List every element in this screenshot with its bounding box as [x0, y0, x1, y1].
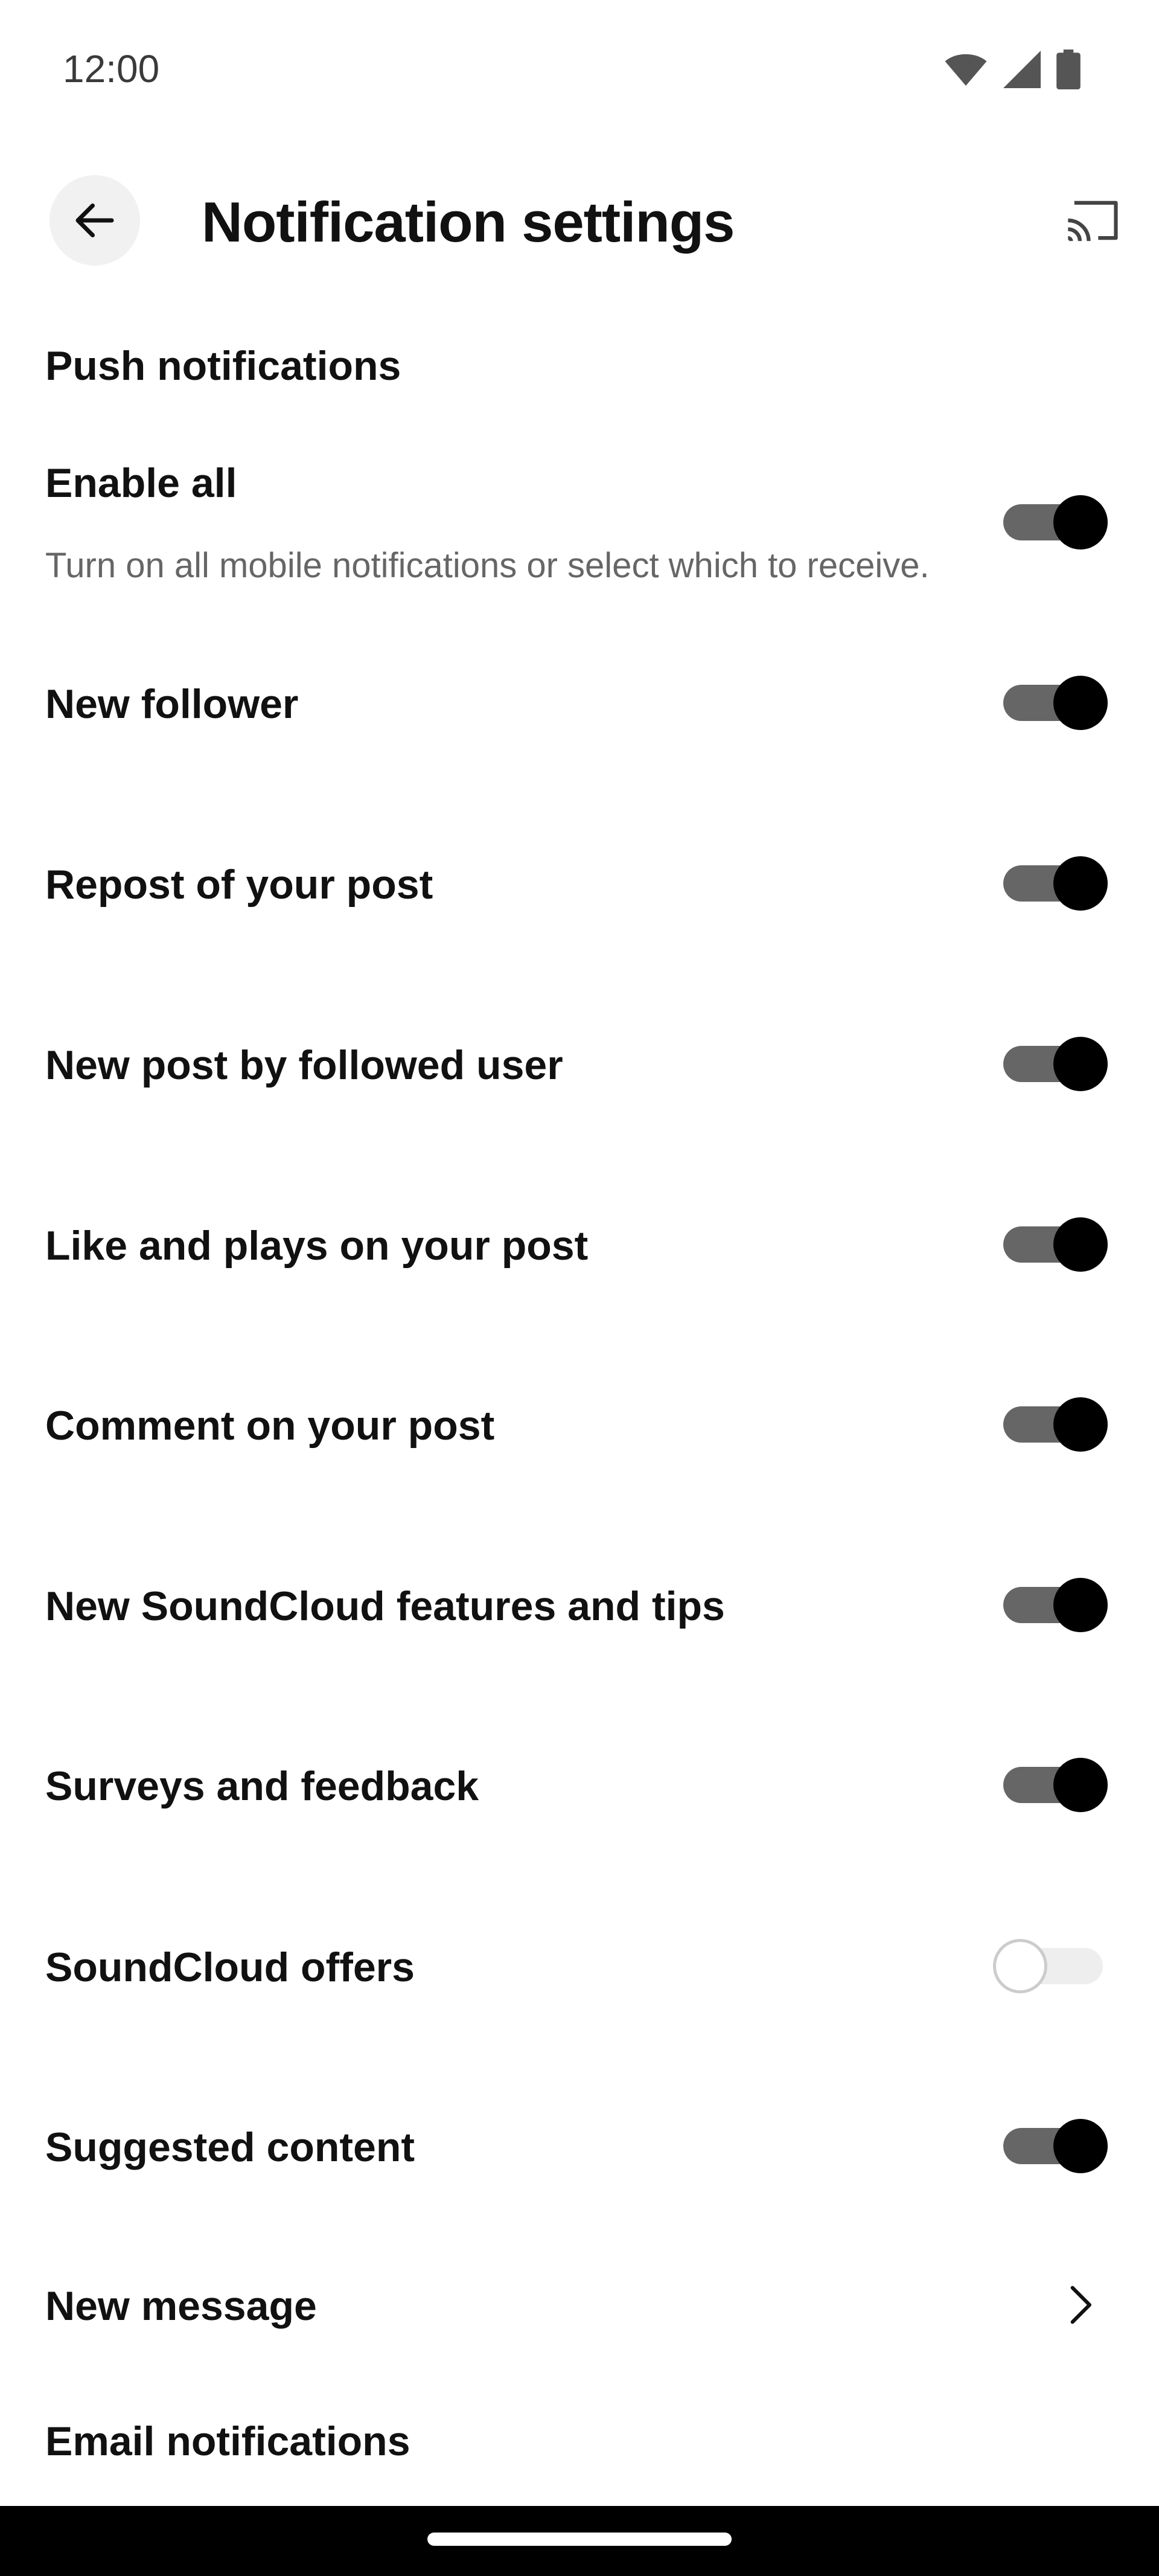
row-label: Suggested content [45, 2124, 415, 2170]
chevron-right-icon [1050, 2275, 1111, 2335]
row-label: Repost of your post [45, 862, 433, 908]
row-label: Like and plays on your post [45, 1223, 589, 1269]
new-post-toggle[interactable] [990, 1034, 1111, 1094]
enable-all-description: Turn on all mobile notifications or sele… [45, 546, 930, 585]
notification-row-offers[interactable]: SoundCloud offers [0, 1936, 1159, 1996]
battery-icon [1056, 50, 1081, 92]
row-label: SoundCloud offers [45, 1944, 415, 1990]
comment-toggle[interactable] [990, 1394, 1111, 1455]
surveys-toggle[interactable] [990, 1755, 1111, 1815]
status-bar: 12:00 [0, 0, 1159, 139]
notification-row-new-follower[interactable]: New follower [0, 673, 1159, 733]
status-time: 12:00 [63, 47, 160, 91]
email-notifications-header: Email notifications [45, 2418, 410, 2464]
wifi-icon [944, 51, 988, 91]
row-label: Comment on your post [45, 1403, 495, 1449]
notification-row-suggested[interactable]: Suggested content [0, 2116, 1159, 2176]
toggle-thumb [1053, 676, 1108, 730]
cast-button[interactable] [1060, 187, 1126, 254]
row-label: New post by followed user [45, 1042, 563, 1088]
toggle-thumb [1053, 1397, 1108, 1452]
back-button[interactable] [49, 175, 140, 266]
toggle-thumb [1053, 856, 1108, 911]
row-label: Surveys and feedback [45, 1763, 479, 1809]
new-message-row[interactable]: New message [0, 2275, 1159, 2335]
system-navigation-bar [0, 2506, 1159, 2576]
toggle-thumb [1053, 1758, 1108, 1812]
offers-toggle[interactable] [990, 1936, 1111, 1996]
toggle-thumb [1053, 495, 1108, 549]
page-title: Notification settings [202, 190, 735, 254]
status-icons [944, 50, 1081, 92]
enable-all-toggle[interactable] [990, 492, 1111, 553]
features-tips-toggle[interactable] [990, 1575, 1111, 1635]
home-indicator[interactable] [427, 2533, 732, 2546]
likes-plays-toggle[interactable] [990, 1214, 1111, 1275]
notification-row-features-tips[interactable]: New SoundCloud features and tips [0, 1575, 1159, 1635]
toggle-thumb [993, 1939, 1047, 1993]
repost-toggle[interactable] [990, 853, 1111, 914]
notification-row-repost[interactable]: Repost of your post [0, 853, 1159, 914]
row-label: New follower [45, 681, 299, 727]
suggested-toggle[interactable] [990, 2116, 1111, 2176]
row-label: New SoundCloud features and tips [45, 1583, 725, 1629]
toggle-thumb [1053, 2119, 1108, 2173]
app-bar: Notification settings [0, 169, 1159, 272]
enable-all-row[interactable]: Enable all Turn on all mobile notificati… [0, 447, 1159, 604]
notification-row-new-post[interactable]: New post by followed user [0, 1034, 1159, 1094]
cast-icon [1067, 200, 1118, 242]
enable-all-label: Enable all [45, 460, 237, 506]
notification-row-surveys[interactable]: Surveys and feedback [0, 1755, 1159, 1815]
toggle-thumb [1053, 1217, 1108, 1272]
push-notifications-header: Push notifications [45, 343, 401, 389]
signal-icon [1003, 51, 1041, 91]
row-label: New message [45, 2283, 317, 2329]
notification-row-likes-plays[interactable]: Like and plays on your post [0, 1214, 1159, 1275]
new-follower-toggle[interactable] [990, 673, 1111, 733]
arrow-left-icon [75, 203, 114, 237]
toggle-thumb [1053, 1578, 1108, 1632]
toggle-thumb [1053, 1037, 1108, 1091]
notification-row-comment[interactable]: Comment on your post [0, 1394, 1159, 1455]
